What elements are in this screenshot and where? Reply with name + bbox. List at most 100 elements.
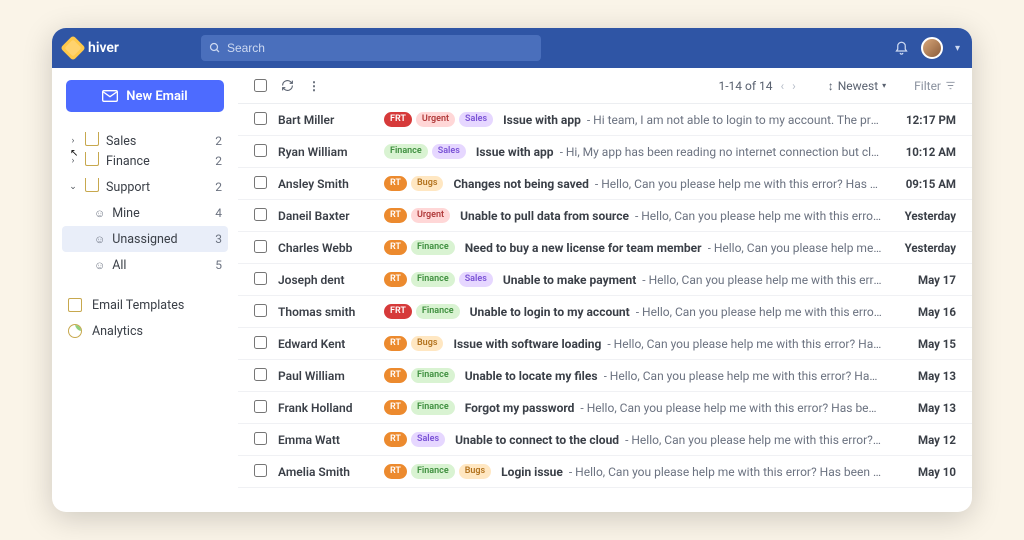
- email-time: May 13: [892, 401, 956, 415]
- sidebar-item-all[interactable]: ☺All5: [62, 252, 228, 278]
- row-checkbox[interactable]: [254, 336, 267, 349]
- email-preview: - Hello, Can you please help me with thi…: [604, 369, 883, 383]
- sort-button[interactable]: ↕ Newest ▾: [828, 79, 886, 93]
- sidebar-item-templates[interactable]: Email Templates: [62, 292, 228, 318]
- app-window: hiver ▾ New Email ›Sales2↖›Finance2⌄Supp…: [52, 28, 972, 512]
- email-row[interactable]: Ansley SmithRTBugsChanges not being save…: [238, 168, 972, 200]
- email-row[interactable]: Paul WilliamRTFinanceUnable to locate my…: [238, 360, 972, 392]
- tag-bugs: Bugs: [411, 176, 443, 191]
- refresh-icon[interactable]: [281, 79, 294, 92]
- email-subject: Issue with app: [476, 145, 554, 159]
- email-tags: RTFinanceBugs: [384, 464, 491, 479]
- email-sender: Ansley Smith: [278, 177, 374, 191]
- sidebar-item-label: Support: [106, 180, 150, 195]
- analytics-icon: [68, 324, 82, 338]
- chevron-down-icon[interactable]: ▾: [955, 43, 960, 54]
- sidebar-item-support[interactable]: ⌄ Support 2: [62, 174, 228, 200]
- avatar[interactable]: [921, 37, 943, 59]
- tag-rt: RT: [384, 240, 407, 255]
- email-subject: Issue with app: [503, 113, 581, 127]
- sidebar-item-count: 2: [215, 180, 222, 194]
- email-sender: Daneil Baxter: [278, 209, 374, 223]
- more-icon[interactable]: ⋮: [308, 79, 320, 93]
- app-body: New Email ›Sales2↖›Finance2⌄Support2☺Min…: [52, 68, 972, 512]
- email-row[interactable]: Thomas smithFRTFinanceUnable to login to…: [238, 296, 972, 328]
- email-preview: - Hello, Can you please help me with thi…: [595, 177, 882, 191]
- filter-button[interactable]: Filter: [914, 79, 956, 93]
- sidebar: New Email ›Sales2↖›Finance2⌄Support2☺Min…: [52, 68, 238, 512]
- row-checkbox[interactable]: [254, 144, 267, 157]
- row-checkbox[interactable]: [254, 432, 267, 445]
- new-email-button[interactable]: New Email: [66, 80, 224, 112]
- email-time: 10:12 AM: [892, 145, 956, 159]
- email-tags: RTBugs: [384, 336, 443, 351]
- email-row[interactable]: Edward Kent RTBugs Issue with software loa…: [238, 328, 972, 360]
- sidebar-item-finance[interactable]: ›Finance2: [62, 148, 228, 174]
- row-checkbox[interactable]: [254, 272, 267, 285]
- email-summary: Unable to pull data from source - Hello,…: [460, 209, 882, 223]
- email-row[interactable]: Bart MillerFRTUrgentSalesIssue with app …: [238, 104, 972, 136]
- row-checkbox[interactable]: [254, 400, 267, 413]
- search-icon: [209, 42, 221, 54]
- email-time: 12:17 PM: [892, 113, 956, 127]
- row-checkbox[interactable]: [254, 240, 267, 253]
- sort-icon: ↕: [828, 79, 834, 93]
- inbox-icon: [85, 156, 99, 166]
- notifications-icon[interactable]: [894, 41, 909, 56]
- tag-rt: RT: [384, 336, 407, 351]
- row-checkbox[interactable]: [254, 368, 267, 381]
- topbar: hiver ▾: [52, 28, 972, 68]
- search-input[interactable]: [227, 41, 533, 55]
- row-checkbox[interactable]: [254, 176, 267, 189]
- email-row[interactable]: Charles WebbRTFinanceNeed to buy a new l…: [238, 232, 972, 264]
- tag-rt: RT: [384, 272, 407, 287]
- sidebar-item-unassigned[interactable]: ☺Unassigned3: [62, 226, 228, 252]
- email-tags: RTUrgent: [384, 208, 450, 223]
- search-field[interactable]: [201, 35, 541, 61]
- next-page-button[interactable]: ›: [792, 79, 796, 93]
- row-checkbox[interactable]: [254, 208, 267, 221]
- tag-frt: FRT: [384, 304, 412, 319]
- prev-page-button[interactable]: ‹: [781, 79, 785, 93]
- email-row[interactable]: Amelia SmithRTFinanceBugsLogin issue - H…: [238, 456, 972, 488]
- email-preview: - Hello, Can you please help me with thi…: [607, 337, 882, 351]
- chevron-down-icon: ⌄: [68, 182, 78, 192]
- email-row[interactable]: Daneil Baxter RTUrgent Unable to pull data…: [238, 200, 972, 232]
- sidebar-item-mine[interactable]: ☺Mine4: [62, 200, 228, 226]
- email-row[interactable]: Ryan WilliamFinanceSalesIssue with app -…: [238, 136, 972, 168]
- email-tags: RTFinance: [384, 400, 455, 415]
- row-checkbox[interactable]: [254, 304, 267, 317]
- email-subject: Login issue: [501, 465, 563, 479]
- email-row[interactable]: Emma WattRTSalesUnable to connect to the…: [238, 424, 972, 456]
- row-checkbox[interactable]: [254, 464, 267, 477]
- person-icon: ☺: [94, 233, 105, 246]
- email-preview: - Hello, Can you please help me with thi…: [625, 433, 882, 447]
- email-row[interactable]: Frank HollandRTFinanceForgot my password…: [238, 392, 972, 424]
- sidebar-item-count: 2: [215, 154, 222, 168]
- tag-rt: RT: [384, 464, 407, 479]
- sidebar-item-analytics[interactable]: Analytics: [62, 318, 228, 344]
- email-preview: - Hi team, I am not able to login to my …: [587, 113, 882, 127]
- filter-label: Filter: [914, 79, 941, 93]
- row-checkbox[interactable]: [254, 112, 267, 125]
- pagination: 1-14 of 14 ‹ ›: [718, 79, 795, 93]
- brand-name: hiver: [88, 40, 119, 56]
- email-time: May 15: [892, 337, 956, 351]
- person-icon: ☺: [94, 259, 105, 272]
- email-time: May 17: [892, 273, 956, 287]
- sidebar-item-count: 3: [215, 232, 222, 246]
- email-time: May 13: [892, 369, 956, 383]
- email-tags: RTFinance: [384, 240, 455, 255]
- email-subject: Unable to login to my account: [470, 305, 630, 319]
- email-tags: FinanceSales: [384, 144, 466, 159]
- email-sender: Edward Kent: [278, 337, 374, 351]
- select-all-checkbox[interactable]: [254, 79, 267, 92]
- sort-label: Newest: [838, 79, 878, 93]
- email-summary: Need to buy a new license for team membe…: [465, 241, 882, 255]
- email-tags: RTSales: [384, 432, 445, 447]
- chevron-down-icon: ▾: [882, 81, 886, 90]
- email-subject: Issue with software loading: [453, 337, 601, 351]
- email-sender: Thomas smith: [278, 305, 374, 319]
- email-row[interactable]: Joseph dentRTFinanceSalesUnable to make …: [238, 264, 972, 296]
- sidebar-item-label: Email Templates: [92, 298, 184, 313]
